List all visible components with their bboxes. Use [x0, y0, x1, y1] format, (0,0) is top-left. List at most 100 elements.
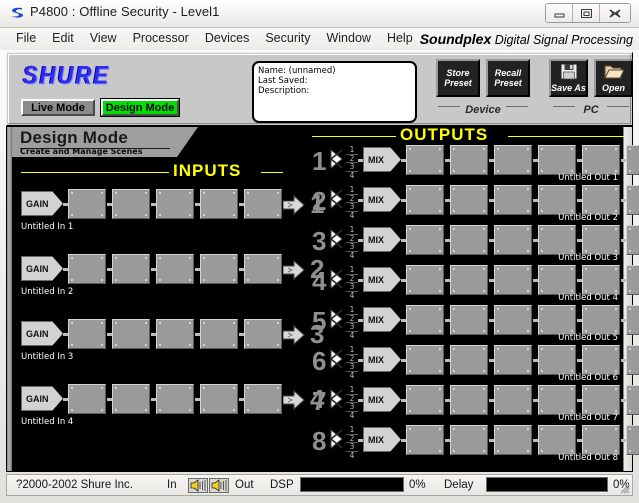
preset-info-box[interactable]: Name: (unnamed) Last Saved: Description: [252, 61, 417, 123]
processor-slot[interactable] [406, 385, 444, 415]
menu-item-devices[interactable]: Devices [197, 30, 257, 46]
processor-slot[interactable] [450, 305, 488, 335]
processor-slot[interactable] [244, 319, 282, 349]
menu-item-processor[interactable]: Processor [125, 30, 197, 46]
minimize-button[interactable] [546, 4, 573, 22]
output-mix-block[interactable]: MIX [363, 267, 401, 292]
mix-source-item[interactable]: 4 [346, 452, 358, 460]
processor-slot[interactable] [626, 225, 639, 255]
menu-item-window[interactable]: Window [318, 30, 378, 46]
output-mix-block[interactable]: MIX [363, 147, 401, 172]
processor-slot[interactable] [582, 305, 620, 335]
processor-slot[interactable] [68, 319, 106, 349]
processor-slot[interactable] [450, 345, 488, 375]
output-channel-label[interactable]: Untitled Out 1 [558, 173, 618, 183]
processor-slot[interactable] [538, 185, 576, 215]
mix-source-list[interactable]: 1234 [346, 306, 358, 339]
processor-slot[interactable] [450, 385, 488, 415]
mix-source-item[interactable]: 4 [346, 412, 358, 420]
output-channel-label[interactable]: Untitled Out 7 [558, 413, 618, 423]
output-mix-block[interactable]: MIX [363, 387, 401, 412]
processor-slot[interactable] [582, 385, 620, 415]
save-as-button[interactable]: Save As [549, 59, 588, 97]
processor-slot[interactable] [538, 345, 576, 375]
output-mix-block[interactable]: MIX [363, 307, 401, 332]
maximize-button[interactable] [573, 4, 600, 22]
menu-item-help[interactable]: Help [379, 30, 421, 46]
input-channel-label[interactable]: Untitled In 2 [21, 287, 73, 297]
processor-slot[interactable] [406, 145, 444, 175]
mix-source-list[interactable]: 1234 [346, 186, 358, 219]
menu-item-file[interactable]: File [8, 30, 44, 46]
output-channel-label[interactable]: Untitled Out 5 [558, 333, 618, 343]
input-speaker-icon[interactable] [188, 478, 208, 493]
output-routing-matrix-icon[interactable] [329, 188, 344, 210]
processor-slot[interactable] [450, 225, 488, 255]
processor-slot[interactable] [582, 265, 620, 295]
input-gain-block[interactable]: GAIN [21, 386, 63, 411]
processor-slot[interactable] [112, 254, 150, 284]
output-channel-label[interactable]: Untitled Out 3 [558, 253, 618, 263]
processor-slot[interactable] [582, 145, 620, 175]
processor-slot[interactable] [582, 425, 620, 455]
processor-slot[interactable] [494, 305, 532, 335]
processor-slot[interactable] [538, 305, 576, 335]
open-button[interactable]: Open [594, 59, 633, 97]
mix-source-list[interactable]: 1234 [346, 266, 358, 299]
processor-slot[interactable] [450, 145, 488, 175]
output-routing-matrix-icon[interactable] [329, 348, 344, 370]
output-mix-block[interactable]: MIX [363, 427, 401, 452]
processor-slot[interactable] [494, 385, 532, 415]
processor-slot[interactable] [538, 145, 576, 175]
mix-source-list[interactable]: 1234 [346, 146, 358, 179]
processor-slot[interactable] [494, 225, 532, 255]
output-mix-block[interactable]: MIX [363, 227, 401, 252]
processor-slot[interactable] [406, 225, 444, 255]
processor-slot[interactable] [494, 185, 532, 215]
processor-slot[interactable] [582, 185, 620, 215]
processor-slot[interactable] [538, 425, 576, 455]
processor-slot[interactable] [68, 384, 106, 414]
processor-slot[interactable] [626, 385, 639, 415]
output-routing-matrix-icon[interactable] [329, 148, 344, 170]
output-mix-block[interactable]: MIX [363, 187, 401, 212]
mix-source-list[interactable]: 1234 [346, 346, 358, 379]
processor-slot[interactable] [200, 384, 238, 414]
processor-slot[interactable] [112, 189, 150, 219]
output-routing-matrix-icon[interactable] [329, 228, 344, 250]
processor-slot[interactable] [538, 265, 576, 295]
processor-slot[interactable] [538, 385, 576, 415]
processor-slot[interactable] [406, 425, 444, 455]
output-channel-label[interactable]: Untitled Out 6 [558, 373, 618, 383]
processor-slot[interactable] [626, 265, 639, 295]
processor-slot[interactable] [450, 185, 488, 215]
design-mode-button[interactable]: Design Mode [100, 98, 180, 117]
output-routing-matrix-icon[interactable] [329, 428, 344, 450]
processor-slot[interactable] [582, 345, 620, 375]
mix-source-item[interactable]: 4 [346, 212, 358, 220]
mix-source-item[interactable]: 4 [346, 372, 358, 380]
input-channel-label[interactable]: Untitled In 1 [21, 222, 73, 232]
processor-slot[interactable] [244, 254, 282, 284]
mix-source-list[interactable]: 1234 [346, 426, 358, 459]
processor-slot[interactable] [244, 189, 282, 219]
recall-preset-button[interactable]: Recall Preset [486, 59, 530, 97]
input-gain-block[interactable]: GAIN [21, 191, 63, 216]
mix-source-item[interactable]: 4 [346, 252, 358, 260]
mix-source-item[interactable]: 4 [346, 332, 358, 340]
input-channel-label[interactable]: Untitled In 4 [21, 417, 73, 427]
processor-slot[interactable] [68, 254, 106, 284]
processor-slot[interactable] [244, 384, 282, 414]
processor-slot[interactable] [200, 254, 238, 284]
processor-slot[interactable] [156, 189, 194, 219]
processor-slot[interactable] [626, 185, 639, 215]
menu-item-edit[interactable]: Edit [44, 30, 82, 46]
processor-slot[interactable] [626, 425, 639, 455]
output-routing-matrix-icon[interactable] [329, 388, 344, 410]
processor-slot[interactable] [494, 425, 532, 455]
output-mix-block[interactable]: MIX [363, 347, 401, 372]
mix-source-item[interactable]: 4 [346, 172, 358, 180]
output-speaker-icon[interactable] [209, 478, 229, 493]
processor-slot[interactable] [200, 319, 238, 349]
processor-slot[interactable] [156, 384, 194, 414]
